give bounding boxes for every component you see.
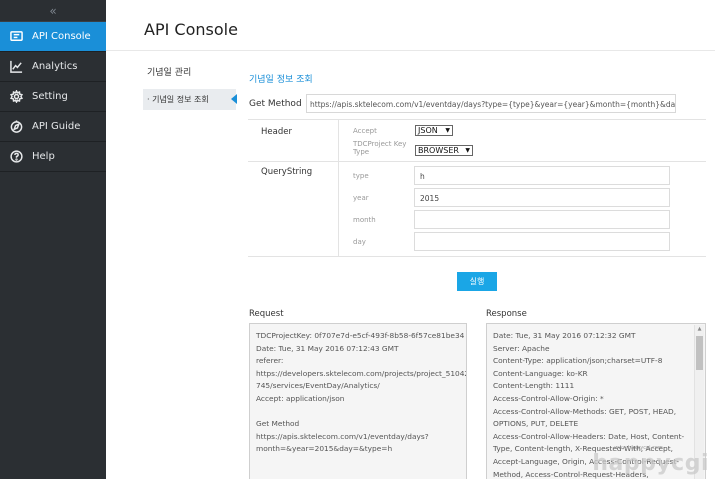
sidebar-item-label: API Guide bbox=[32, 121, 81, 132]
divider bbox=[338, 119, 339, 161]
divider bbox=[248, 256, 706, 257]
get-method-url-field[interactable]: https://apis.sktelecom.com/v1/eventday/d… bbox=[306, 94, 676, 113]
response-label: Response bbox=[486, 309, 527, 319]
sidebar-item-help[interactable]: Help bbox=[0, 142, 106, 172]
response-line: Content-Language: ko-KR bbox=[493, 368, 588, 378]
sidebar-item-label: Help bbox=[32, 151, 55, 162]
param-label-month: month bbox=[353, 216, 376, 224]
triangle-down-icon: ▼ bbox=[445, 127, 450, 134]
response-line: Access-Control-Allow-Methods: GET, POST,… bbox=[493, 406, 677, 416]
collapse-sidebar-button[interactable]: « bbox=[0, 0, 106, 22]
page-title: API Console bbox=[144, 20, 238, 39]
request-panel[interactable]: TDCProjectKey: 0f707e7d-e5cf-493f-8b58-6… bbox=[249, 323, 467, 479]
sidebar-item-label: API Console bbox=[32, 31, 91, 42]
response-line: Access-Control-Allow-Headers: Date, Host… bbox=[493, 431, 685, 441]
request-line: Accept: application/json bbox=[256, 393, 345, 403]
request-line: referer: bbox=[256, 356, 284, 366]
key-type-label-line-2: Type bbox=[353, 148, 370, 156]
divider bbox=[248, 161, 706, 162]
accept-value: JSON bbox=[418, 126, 438, 135]
key-type-value: BROWSER bbox=[418, 146, 459, 155]
param-label-year: year bbox=[353, 194, 369, 202]
triangle-down-icon: ▼ bbox=[465, 147, 470, 154]
divider bbox=[338, 161, 339, 256]
request-label: Request bbox=[249, 309, 284, 319]
gear-icon bbox=[9, 90, 23, 104]
request-line: https://apis.sktelecom.com/v1/eventday/d… bbox=[256, 431, 429, 441]
response-line: Content-Length: 1111 bbox=[493, 381, 575, 391]
param-label-day: day bbox=[353, 238, 366, 246]
request-line: Get Method bbox=[256, 419, 300, 429]
sidebar-item-analytics[interactable]: Analytics bbox=[0, 52, 106, 82]
watermark-logo: happycgi www.happycgi.com bbox=[592, 445, 709, 476]
request-line: TDCProjectKey: 0f707e7d-e5cf-493f-8b58-6… bbox=[256, 331, 465, 340]
double-chevron-left-icon: « bbox=[49, 3, 57, 18]
response-line: Content-Type: application/json;charset=U… bbox=[493, 356, 663, 366]
run-button[interactable]: 실행 bbox=[457, 272, 497, 291]
response-line: Date: Tue, 31 May 2016 07:12:32 GMT bbox=[493, 331, 636, 340]
year-input[interactable]: 2015 bbox=[414, 188, 670, 207]
month-input[interactable] bbox=[414, 210, 670, 229]
param-label-type: type bbox=[353, 172, 369, 180]
console-icon bbox=[9, 30, 23, 44]
analytics-icon bbox=[9, 60, 23, 74]
request-line: https://developers.sktelecom.com/project… bbox=[256, 368, 467, 378]
request-line-blank bbox=[256, 406, 460, 419]
response-line: OPTIONS, PUT, DELETE bbox=[493, 419, 579, 429]
key-type-select[interactable]: BROWSER ▼ bbox=[415, 145, 473, 156]
querystring-label: QueryString bbox=[261, 167, 313, 177]
watermark-text: happycgi bbox=[592, 451, 709, 476]
scrollbar-thumb[interactable] bbox=[696, 336, 703, 370]
request-line: Date: Tue, 31 May 2016 07:12:43 GMT bbox=[256, 343, 399, 353]
sidebar-item-label: Analytics bbox=[32, 61, 78, 72]
subnav-item-eventday-info[interactable]: · 기념일 정보 조회 bbox=[143, 89, 237, 110]
compass-icon bbox=[9, 120, 23, 134]
main-content: API Console 기념일 관리 · 기념일 정보 조회 기념일 정보 조회… bbox=[106, 0, 715, 479]
request-line: month=&year=2015&day=&type=h bbox=[256, 444, 393, 454]
key-type-label-line-1: TDCProject Key bbox=[353, 140, 407, 148]
get-method-label: Get Method bbox=[249, 99, 302, 109]
response-line: Server: Apache bbox=[493, 343, 550, 353]
type-input[interactable]: h bbox=[414, 166, 670, 185]
title-divider bbox=[106, 50, 715, 51]
sub-navigation: 기념일 관리 · 기념일 정보 조회 bbox=[143, 62, 237, 110]
header-label: Header bbox=[261, 127, 292, 137]
sidebar-item-label: Setting bbox=[32, 91, 68, 102]
help-icon bbox=[9, 150, 23, 164]
sidebar: « API Console Analytics Setting API Guid… bbox=[0, 0, 106, 479]
sidebar-item-api-console[interactable]: API Console bbox=[0, 22, 106, 52]
scroll-up-icon[interactable]: ▲ bbox=[695, 325, 704, 334]
request-line: 745/services/EventDay/Analytics/ bbox=[256, 381, 380, 391]
accept-select[interactable]: JSON ▼ bbox=[415, 125, 453, 136]
section-title: 기념일 정보 조회 bbox=[249, 75, 313, 85]
sidebar-item-setting[interactable]: Setting bbox=[0, 82, 106, 112]
watermark-subtext: www.happycgi.com bbox=[614, 445, 663, 451]
divider bbox=[248, 119, 706, 120]
response-line: Access-Control-Allow-Origin: * bbox=[493, 393, 604, 403]
key-type-label: TDCProject Key Type bbox=[353, 140, 406, 156]
accept-label: Accept bbox=[353, 127, 377, 135]
subnav-heading[interactable]: 기념일 관리 bbox=[143, 62, 236, 81]
day-input[interactable] bbox=[414, 232, 670, 251]
sidebar-item-api-guide[interactable]: API Guide bbox=[0, 112, 106, 142]
